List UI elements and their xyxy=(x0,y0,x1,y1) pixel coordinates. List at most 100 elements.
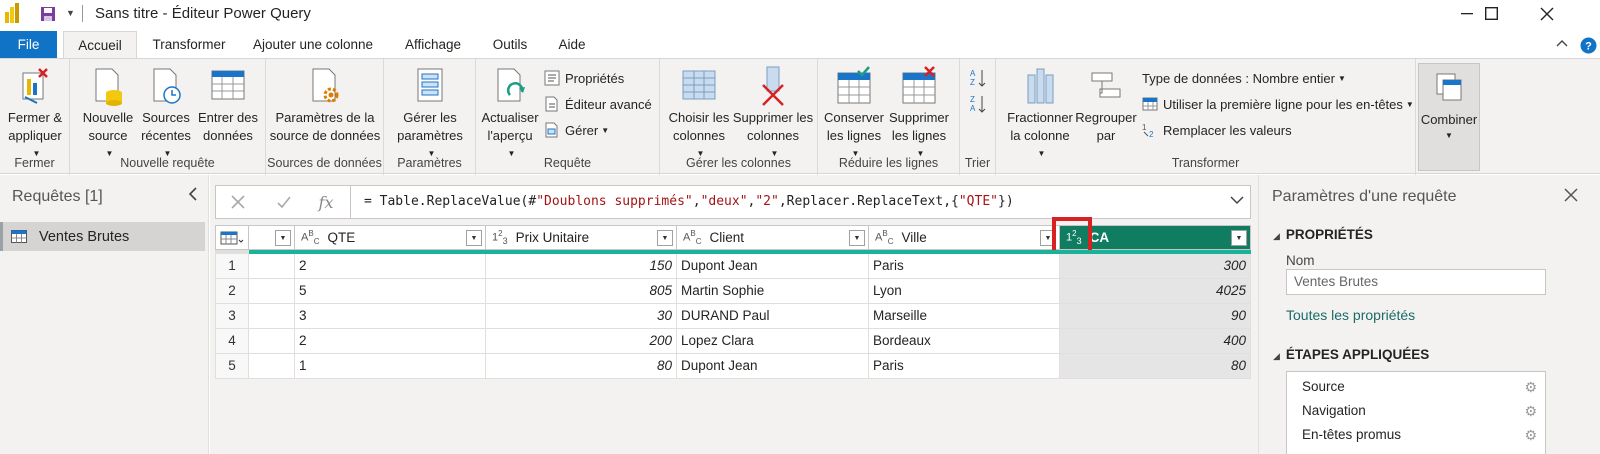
new-source-button[interactable]: Nouvelle source ▼ xyxy=(80,65,136,163)
tab-affichage[interactable]: Affichage xyxy=(393,31,473,58)
column-header-client[interactable]: ABC Client ▼ xyxy=(677,225,869,250)
tab-accueil[interactable]: Accueil xyxy=(63,31,137,58)
enter-data-button[interactable]: Entrer des données xyxy=(196,65,260,145)
sort-ascending-button[interactable]: A Z xyxy=(970,67,988,89)
all-properties-link[interactable]: Toutes les propriétés xyxy=(1286,307,1415,323)
gear-icon[interactable]: ⚙ xyxy=(1524,399,1537,423)
tab-file[interactable]: File xyxy=(0,31,57,58)
query-name-input[interactable]: Ventes Brutes xyxy=(1286,269,1546,295)
recent-sources-button[interactable]: Sources récentes ▼ xyxy=(136,65,196,163)
svg-text:A: A xyxy=(970,104,976,113)
remove-rows-button[interactable]: Supprimer les lignes ▼ xyxy=(886,65,952,163)
query-settings-title: Paramètres d'une requête xyxy=(1272,188,1457,205)
cancel-formula-icon[interactable] xyxy=(216,186,260,218)
refresh-preview-button[interactable]: Actualiser l'aperçu ▼ xyxy=(480,65,540,163)
formula-input[interactable]: = Table.ReplaceValue(#"Doublons supprimé… xyxy=(364,194,1014,209)
confirm-formula-icon[interactable] xyxy=(262,186,306,218)
step-item[interactable]: En-têtes promus ⚙ xyxy=(1287,423,1545,447)
gear-icon[interactable]: ⚙ xyxy=(1524,375,1537,399)
window-title: Sans titre - Éditeur Power Query xyxy=(95,5,311,22)
group-requete: Actualiser l'aperçu ▼ Propriétés Éditeur … xyxy=(476,59,660,175)
group-transformer: Fractionner la colonne ▼ Regrouper par Ty… xyxy=(996,59,1416,175)
svg-text:1: 1 xyxy=(1142,123,1147,132)
svg-text:Z: Z xyxy=(970,78,975,87)
use-first-row-headers-button[interactable]: Utiliser la première ligne pour les en-t… xyxy=(1142,93,1414,115)
close-button[interactable] xyxy=(1524,0,1570,27)
number-type-icon[interactable]: 123 xyxy=(492,229,508,246)
filter-dropdown-icon[interactable]: ▼ xyxy=(466,230,482,246)
group-by-button[interactable]: Regrouper par xyxy=(1074,65,1138,145)
column-header-prix-unitaire[interactable]: 123 Prix Unitaire ▼ xyxy=(486,225,677,250)
text-type-icon[interactable]: ABC xyxy=(875,229,893,246)
column-header-ville[interactable]: ABC Ville ▼ xyxy=(869,225,1060,250)
keep-rows-button[interactable]: Conserver les lignes ▼ xyxy=(822,65,886,163)
filter-dropdown-icon[interactable]: ▼ xyxy=(1231,230,1247,246)
step-item[interactable]: Source ⚙ xyxy=(1287,375,1545,399)
first-row-headers-icon xyxy=(1142,97,1158,111)
text-type-icon[interactable]: ABC xyxy=(683,229,701,246)
group-gerer-colonnes: Choisir les colonnes ▼ Supprimer les colo… xyxy=(660,59,818,175)
expand-formula-icon[interactable] xyxy=(1230,194,1244,208)
filter-dropdown-icon[interactable]: ▼ xyxy=(849,230,865,246)
row-header-dropdown-icon[interactable]: ▼ xyxy=(275,230,291,246)
replace-values-button[interactable]: 12 Remplacer les valeurs xyxy=(1142,119,1292,141)
group-by-icon xyxy=(1088,65,1124,107)
tab-aide[interactable]: Aide xyxy=(548,31,596,58)
sort-descending-button[interactable]: Z A xyxy=(970,93,988,115)
table-row: 4 2 200 Lopez Clara Bordeaux 400 xyxy=(215,329,1251,354)
data-type-dropdown[interactable]: Type de données : Nombre entier ▼ xyxy=(1142,67,1346,89)
tab-ajouter-colonne[interactable]: Ajouter une colonne xyxy=(250,31,376,58)
name-label: Nom xyxy=(1286,253,1315,268)
collapse-ribbon-icon[interactable] xyxy=(1555,36,1569,53)
advanced-editor-icon xyxy=(545,96,558,112)
fx-icon[interactable]: fx xyxy=(304,186,348,218)
manage-parameters-button[interactable]: Gérer les paramètres ▼ xyxy=(384,65,476,163)
save-icon[interactable] xyxy=(40,6,56,22)
advanced-editor-button[interactable]: Éditeur avancé xyxy=(544,93,652,115)
combine-icon xyxy=(1433,70,1465,106)
properties-section-header[interactable]: ◢ PROPRIÉTÉS xyxy=(1273,227,1373,242)
svg-text:Z: Z xyxy=(970,95,975,104)
remove-columns-button[interactable]: Supprimer les colonnes ▼ xyxy=(730,65,816,163)
properties-icon xyxy=(544,70,560,86)
collapse-triangle-icon: ◢ xyxy=(1273,231,1280,241)
filter-dropdown-icon[interactable]: ▼ xyxy=(657,230,673,246)
properties-button[interactable]: Propriétés xyxy=(544,67,624,89)
quick-access-dropdown-icon[interactable]: ▼ xyxy=(66,8,75,18)
table-menu-button[interactable] xyxy=(215,225,249,250)
group-label-transformer: Transformer xyxy=(1171,156,1240,170)
manage-parameters-icon xyxy=(412,65,448,107)
close-settings-icon[interactable] xyxy=(1564,185,1578,208)
close-apply-button[interactable]: Fermer & appliquer ▼ xyxy=(0,65,70,163)
data-source-settings-icon xyxy=(307,65,343,107)
query-settings-pane: Paramètres d'une requête ◢ PROPRIÉTÉS Nom… xyxy=(1258,175,1600,454)
split-column-button[interactable]: Fractionner la colonne ▼ xyxy=(1002,65,1078,163)
ribbon-tabs: File Accueil Transformer Ajouter une col… xyxy=(0,31,1600,58)
group-fermer: Fermer & appliquer ▼ Fermer xyxy=(0,59,70,175)
tab-outils[interactable]: Outils xyxy=(484,31,536,58)
column-header-qte[interactable]: ABC QTE ▼ xyxy=(295,225,486,250)
combine-label: Combiner xyxy=(1420,112,1478,127)
applied-steps-list: Source ⚙ Navigation ⚙ En-têtes promus ⚙ xyxy=(1286,371,1546,454)
manage-query-icon xyxy=(545,122,558,138)
help-icon[interactable]: ? xyxy=(1580,37,1597,57)
title-separator xyxy=(82,5,83,22)
query-item[interactable]: Ventes Brutes xyxy=(0,222,205,251)
maximize-button[interactable] xyxy=(1468,0,1514,27)
gear-icon[interactable]: ⚙ xyxy=(1524,423,1537,447)
group-label-trier: Trier xyxy=(964,156,991,170)
title-bar: ▼ Sans titre - Éditeur Power Query xyxy=(0,0,1600,27)
svg-text:?: ? xyxy=(1585,41,1592,53)
formula-bar: fx = Table.ReplaceValue(#"Doublons suppr… xyxy=(215,185,1251,219)
group-label-reduire-lignes: Réduire les lignes xyxy=(838,156,939,170)
tab-transformer[interactable]: Transformer xyxy=(146,31,232,58)
combine-button[interactable]: Combiner ▼ xyxy=(1418,63,1480,171)
step-item[interactable]: Navigation ⚙ xyxy=(1287,399,1545,423)
applied-steps-header[interactable]: ◢ ÉTAPES APPLIQUÉES xyxy=(1273,347,1429,362)
collapse-queries-icon[interactable] xyxy=(188,187,198,206)
combine-caret-icon: ▼ xyxy=(1445,131,1453,140)
text-type-icon[interactable]: ABC xyxy=(301,229,319,246)
manage-query-button[interactable]: Gérer ▼ xyxy=(544,119,609,141)
data-source-settings-button[interactable]: Paramètres de la source de données xyxy=(266,65,384,145)
choose-columns-button[interactable]: Choisir les colonnes ▼ xyxy=(664,65,734,163)
